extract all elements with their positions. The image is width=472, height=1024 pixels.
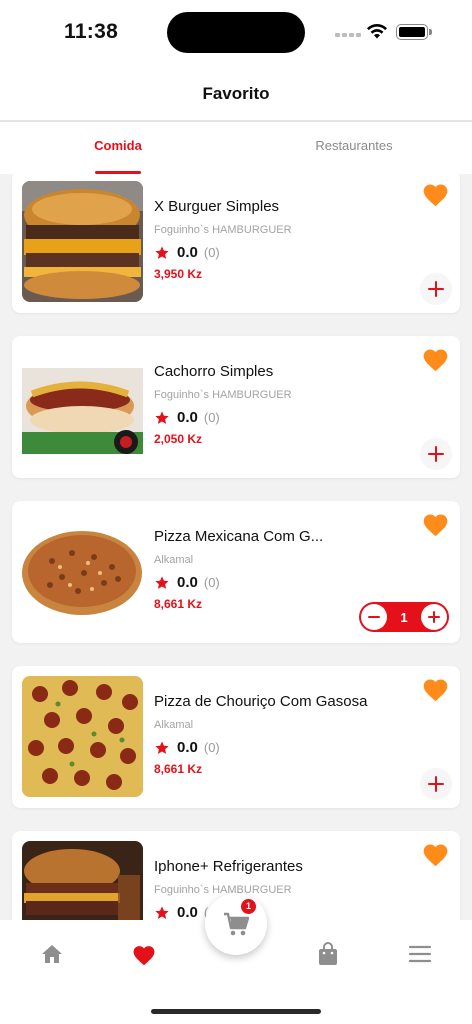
- heart-icon: [133, 945, 155, 965]
- tab-comida[interactable]: Comida: [78, 138, 158, 153]
- shopping-bag-icon: [319, 942, 337, 965]
- price: 8,661 Kz: [154, 597, 203, 611]
- rating-count: (0): [203, 740, 220, 755]
- nav-favorites[interactable]: [130, 940, 158, 968]
- nav-home[interactable]: [38, 940, 66, 968]
- price: 3,950 Kz: [154, 267, 203, 281]
- rating-value: 0.0: [177, 904, 198, 920]
- minus-icon: [368, 616, 380, 618]
- rating-value: 0.0: [177, 244, 198, 261]
- rating-row: 0.0 (0): [154, 244, 220, 261]
- rating-value: 0.0: [177, 574, 198, 591]
- dynamic-island: [167, 12, 305, 53]
- heart-icon[interactable]: [421, 676, 450, 702]
- food-image-burger-combo: [22, 841, 143, 920]
- add-to-cart-button[interactable]: [420, 768, 452, 800]
- plus-icon: [428, 776, 444, 792]
- food-card[interactable]: Cachorro Simples Foguinho`s HAMBURGUER 0…: [12, 336, 460, 478]
- home-icon: [42, 945, 62, 963]
- heart-icon[interactable]: [421, 841, 450, 867]
- restaurant-name: Alkamal: [154, 554, 194, 566]
- heart-icon[interactable]: [421, 181, 450, 207]
- header: Favorito: [0, 62, 472, 120]
- battery-icon: [396, 24, 432, 40]
- nav-menu[interactable]: [406, 940, 434, 968]
- status-bar: 11:38: [0, 0, 472, 62]
- cart-count-badge: 1: [241, 899, 256, 914]
- rating-value: 0.0: [177, 739, 198, 756]
- food-name: Pizza Mexicana Com G...: [154, 528, 324, 545]
- food-card[interactable]: Pizza de Chouriço Com Gasosa Alkamal 0.0…: [12, 666, 460, 808]
- heart-icon[interactable]: [421, 346, 450, 372]
- restaurant-name: Foguinho`s HAMBURGUER: [154, 884, 292, 896]
- signal-icon: [335, 33, 361, 37]
- increase-quantity-button[interactable]: [420, 604, 447, 630]
- rating-count: (0): [203, 410, 220, 425]
- plus-icon: [428, 446, 444, 462]
- status-time: 11:38: [64, 20, 119, 43]
- rating-value: 0.0: [177, 409, 198, 426]
- food-image-pizza-chourico: [22, 676, 143, 797]
- food-name: Cachorro Simples: [154, 363, 274, 380]
- price: 2,050 Kz: [154, 432, 203, 446]
- wifi-icon: [367, 23, 387, 39]
- plus-icon: [428, 281, 444, 297]
- menu-icon: [408, 945, 432, 963]
- cart-button[interactable]: 1: [205, 893, 267, 955]
- price: 8,661 Kz: [154, 762, 203, 776]
- food-card[interactable]: Pizza Mexicana Com G... Alkamal 0.0 (0) …: [12, 501, 460, 643]
- add-to-cart-button[interactable]: [420, 273, 452, 305]
- star-icon: [155, 575, 169, 589]
- food-image-hotdog: [22, 346, 143, 467]
- restaurant-name: Alkamal: [154, 719, 194, 731]
- star-icon: [155, 245, 169, 259]
- tab-bar: Comida Restaurantes: [0, 122, 472, 174]
- nav-orders[interactable]: [314, 940, 342, 968]
- plus-icon: [427, 611, 440, 623]
- rating-count: (0): [203, 245, 220, 260]
- star-icon: [155, 740, 169, 754]
- favorites-list[interactable]: X Burguer Simples Foguinho`s HAMBURGUER …: [0, 174, 472, 920]
- food-card[interactable]: X Burguer Simples Foguinho`s HAMBURGUER …: [12, 174, 460, 313]
- star-icon: [155, 905, 169, 919]
- restaurant-name: Foguinho`s HAMBURGUER: [154, 224, 292, 236]
- food-name: Iphone+ Refrigerantes: [154, 858, 303, 875]
- food-name: Pizza de Chouriço Com Gasosa: [154, 693, 368, 710]
- rating-row: 0.0 (0): [154, 739, 220, 756]
- tab-restaurantes[interactable]: Restaurantes: [294, 138, 414, 153]
- add-to-cart-button[interactable]: [420, 438, 452, 470]
- cart-icon: [224, 912, 250, 936]
- quantity-value: 1: [400, 609, 408, 625]
- heart-icon[interactable]: [421, 511, 450, 537]
- rating-count: (0): [203, 575, 220, 590]
- star-icon: [155, 410, 169, 424]
- food-name: X Burguer Simples: [154, 198, 280, 215]
- page-title: Favorito: [202, 84, 270, 103]
- food-image-pizza-mexicana: [22, 511, 143, 632]
- rating-row: 0.0 (0): [154, 409, 220, 426]
- food-image-burger: [22, 181, 143, 302]
- restaurant-name: Foguinho`s HAMBURGUER: [154, 389, 292, 401]
- quantity-stepper: 1: [359, 602, 449, 632]
- rating-row: 0.0 (0): [154, 574, 220, 591]
- decrease-quantity-button[interactable]: [361, 604, 387, 630]
- home-indicator: [151, 1009, 321, 1014]
